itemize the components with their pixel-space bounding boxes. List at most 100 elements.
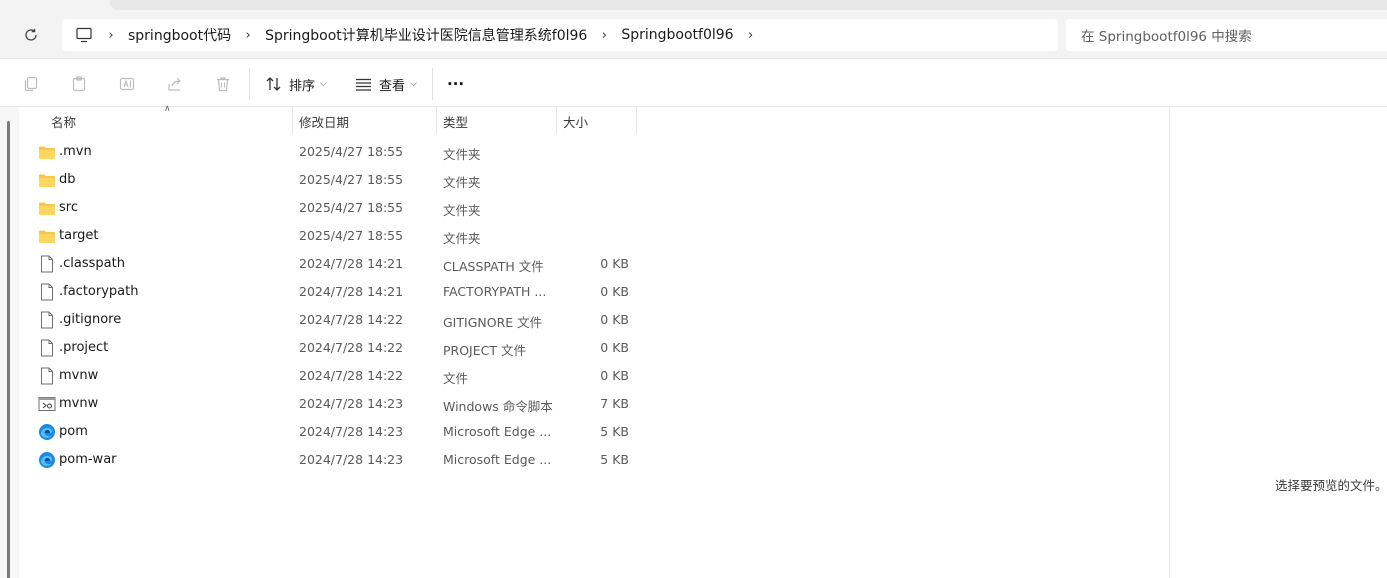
file-modified-date: 2024/7/28 14:23 bbox=[299, 396, 404, 411]
search-placeholder: 在 Springbootf0l96 中搜索 bbox=[1081, 29, 1252, 45]
file-size: 7 KB bbox=[600, 396, 629, 411]
file-type: 文件夹 bbox=[443, 231, 481, 246]
file-name: pom bbox=[59, 424, 88, 439]
sort-label: 排序 bbox=[289, 78, 316, 94]
delete-button[interactable] bbox=[211, 72, 235, 96]
trash-icon bbox=[217, 77, 229, 92]
more-icon: ··· bbox=[447, 75, 465, 93]
column-divider[interactable] bbox=[292, 107, 293, 134]
file-type: GITIGNORE 文件 bbox=[443, 315, 543, 330]
tab-strip bbox=[0, 0, 1387, 12]
file-row[interactable]: .gitignore 2024/7/28 14:22 GITIGNORE 文件 0 K… bbox=[19, 306, 1169, 334]
preview-pane: 选择要预览的文件。 bbox=[1169, 107, 1387, 578]
file-modified-date: 2024/7/28 14:21 bbox=[299, 256, 404, 271]
file-row[interactable]: .mvn 2025/4/27 18:55 文件夹 bbox=[19, 138, 1169, 166]
file-type: 文件 bbox=[443, 371, 469, 386]
file-row[interactable]: .factorypath 2024/7/28 14:21 FACTORYPATH .… bbox=[19, 278, 1169, 306]
column-divider[interactable] bbox=[636, 107, 637, 134]
file-row[interactable]: .classpath 2024/7/28 14:21 CLASSPATH 文件 0 K… bbox=[19, 250, 1169, 278]
view-label: 查看 bbox=[379, 78, 406, 94]
file-type: Microsoft Edge ... bbox=[443, 452, 552, 467]
file-name: .project bbox=[59, 340, 109, 355]
file-modified-date: 2025/4/27 18:55 bbox=[299, 144, 404, 159]
paste-button[interactable] bbox=[67, 72, 91, 96]
file-row[interactable]: mvnw 2024/7/28 14:23 Windows 命令脚本 7 KB bbox=[19, 390, 1169, 418]
file-modified-date: 2024/7/28 14:21 bbox=[299, 284, 404, 299]
file-type: 文件夹 bbox=[443, 203, 481, 218]
column-divider[interactable] bbox=[436, 107, 437, 134]
address-row: › springboot代码 › Springboot计算机毕业设计医院信息管理… bbox=[0, 12, 1387, 59]
file-name: .factorypath bbox=[59, 284, 139, 299]
chevron-right-icon[interactable]: › bbox=[734, 28, 768, 43]
file-icon bbox=[38, 339, 56, 357]
breadcrumb-item[interactable]: Springboot计算机毕业设计医院信息管理系统f0l96 bbox=[265, 25, 587, 45]
copy-button[interactable] bbox=[19, 72, 43, 96]
file-row[interactable]: src 2025/4/27 18:55 文件夹 bbox=[19, 194, 1169, 222]
breadcrumb-item[interactable]: Springbootf0l96 bbox=[621, 27, 733, 43]
column-divider[interactable] bbox=[556, 107, 557, 134]
file-row[interactable]: pom 2024/7/28 14:23 Microsoft Edge ... 5 KB bbox=[19, 418, 1169, 446]
folder-icon bbox=[38, 143, 56, 161]
chevron-right-icon[interactable]: › bbox=[587, 28, 621, 43]
sort-button[interactable]: 排序 ⌵ bbox=[265, 71, 327, 97]
file-type: FACTORYPATH ... bbox=[443, 284, 547, 299]
file-row[interactable]: db 2025/4/27 18:55 文件夹 bbox=[19, 166, 1169, 194]
share-button[interactable] bbox=[163, 72, 187, 96]
file-name: pom-war bbox=[59, 452, 117, 467]
file-name: .mvn bbox=[59, 144, 92, 159]
sort-icon bbox=[266, 77, 281, 91]
file-modified-date: 2025/4/27 18:55 bbox=[299, 200, 404, 215]
file-size: 5 KB bbox=[600, 452, 629, 467]
refresh-button[interactable] bbox=[20, 24, 42, 46]
file-icon bbox=[38, 367, 56, 385]
edge-icon bbox=[38, 451, 56, 469]
file-modified-date: 2024/7/28 14:23 bbox=[299, 424, 404, 439]
column-header-modified[interactable]: 修改日期 bbox=[299, 107, 349, 135]
file-type: CLASSPATH 文件 bbox=[443, 259, 544, 274]
file-name: src bbox=[59, 200, 78, 215]
file-type: PROJECT 文件 bbox=[443, 343, 526, 358]
view-list-icon bbox=[356, 78, 371, 91]
toolbar-divider bbox=[432, 68, 433, 100]
chevron-down-icon: ⌵ bbox=[410, 79, 417, 89]
this-pc-icon[interactable] bbox=[74, 25, 94, 45]
sort-ascending-icon: ∧ bbox=[164, 104, 171, 114]
rename-button[interactable] bbox=[115, 72, 139, 96]
file-size: 0 KB bbox=[600, 284, 629, 299]
address-bar[interactable]: › springboot代码 › Springboot计算机毕业设计医院信息管理… bbox=[62, 19, 1058, 51]
chevron-right-icon[interactable]: › bbox=[94, 28, 128, 43]
file-size: 5 KB bbox=[600, 424, 629, 439]
column-header-type[interactable]: 类型 bbox=[443, 107, 468, 135]
copy-icon bbox=[24, 76, 38, 92]
file-name: .gitignore bbox=[59, 312, 122, 327]
column-header-size[interactable]: 大小 bbox=[563, 107, 588, 135]
view-button[interactable]: 查看 ⌵ bbox=[355, 71, 417, 97]
file-type: Windows 命令脚本 bbox=[443, 399, 553, 414]
file-row[interactable]: pom-war 2024/7/28 14:23 Microsoft Edge ...… bbox=[19, 446, 1169, 474]
file-icon bbox=[38, 255, 56, 273]
active-tab-edge bbox=[110, 0, 1387, 10]
file-row[interactable]: mvnw 2024/7/28 14:22 文件 0 KB bbox=[19, 362, 1169, 390]
script-icon bbox=[38, 395, 56, 413]
chevron-right-icon[interactable]: › bbox=[231, 28, 265, 43]
column-header-name[interactable]: 名称 bbox=[51, 107, 76, 135]
file-size: 0 KB bbox=[600, 340, 629, 355]
file-modified-date: 2025/4/27 18:55 bbox=[299, 172, 404, 187]
file-modified-date: 2024/7/28 14:22 bbox=[299, 312, 404, 327]
file-type: 文件夹 bbox=[443, 147, 481, 162]
navigation-pane-scrollbar[interactable] bbox=[0, 107, 19, 578]
folder-icon bbox=[38, 227, 56, 245]
file-list: ∧ 名称 修改日期 类型 大小 .mvn 2025/4/27 18:55 文件夹 db… bbox=[19, 104, 1169, 578]
more-options-button[interactable]: ··· bbox=[447, 71, 464, 97]
toolbar-divider bbox=[249, 68, 250, 100]
edge-icon bbox=[38, 423, 56, 441]
file-row[interactable]: .project 2024/7/28 14:22 PROJECT 文件 0 KB bbox=[19, 334, 1169, 362]
file-icon bbox=[38, 311, 56, 329]
scrollbar-thumb[interactable] bbox=[7, 121, 10, 578]
file-modified-date: 2024/7/28 14:22 bbox=[299, 340, 404, 355]
command-bar: 排序 ⌵ 查看 ⌵ ··· bbox=[0, 60, 1387, 107]
preview-message: 选择要预览的文件。 bbox=[1275, 478, 1387, 493]
search-input[interactable]: 在 Springbootf0l96 中搜索 bbox=[1066, 19, 1387, 51]
file-row[interactable]: target 2025/4/27 18:55 文件夹 bbox=[19, 222, 1169, 250]
breadcrumb-item[interactable]: springboot代码 bbox=[128, 25, 231, 45]
